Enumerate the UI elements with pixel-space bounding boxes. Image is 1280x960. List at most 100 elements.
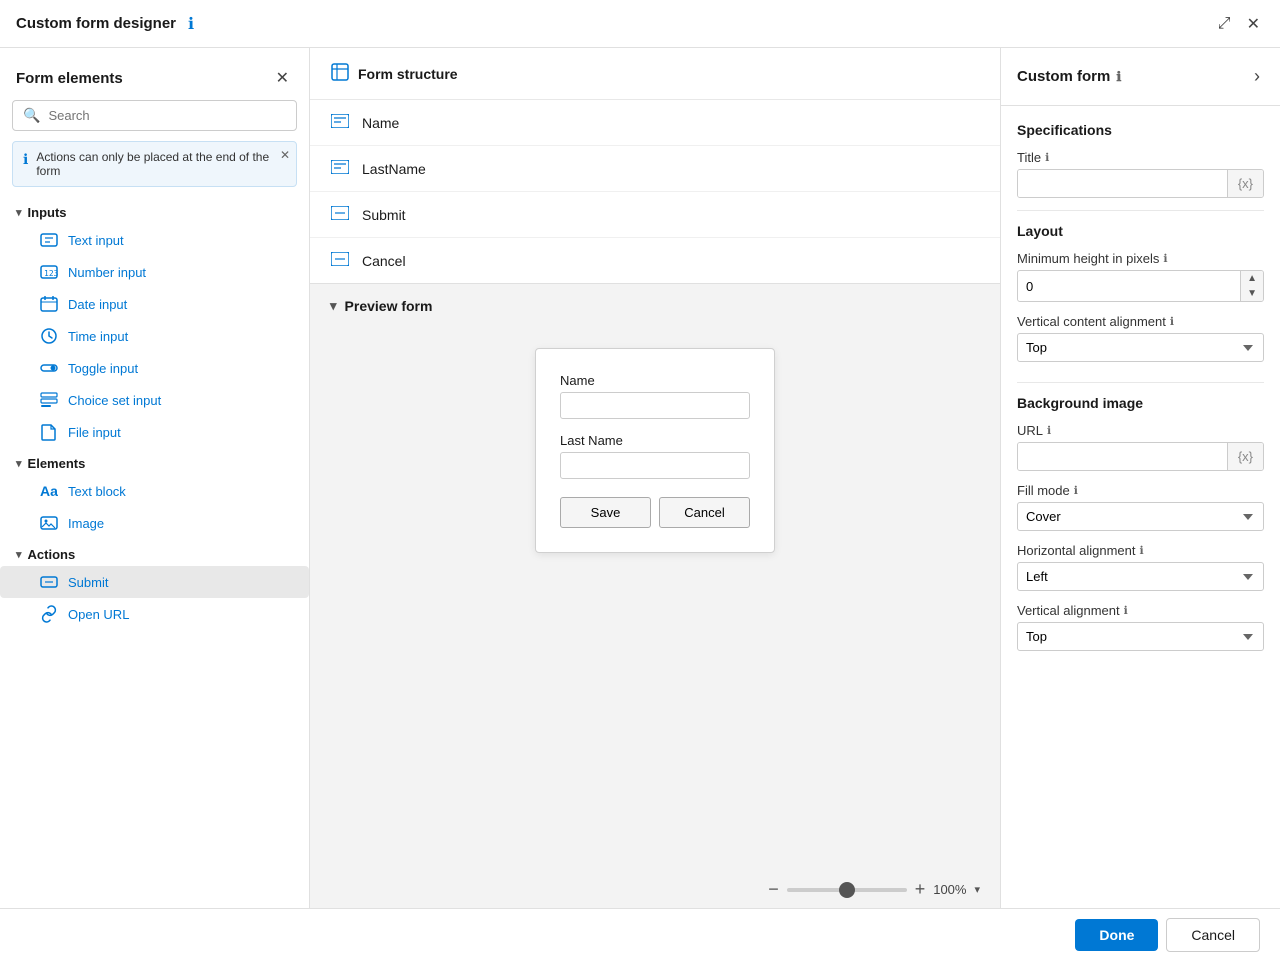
min-height-info-icon[interactable]: ℹ (1163, 252, 1167, 265)
preview-lastname-input[interactable] (560, 452, 750, 479)
form-structure-section: Form structure Name LastName Submit (310, 48, 1000, 284)
form-item-name-label: Name (362, 115, 399, 131)
title-input-suffix: {x} (1227, 170, 1263, 197)
right-panel-expand-button[interactable]: › (1250, 62, 1264, 91)
right-panel-scroll: Specifications Title ℹ {x} Layout Minimu… (1001, 106, 1280, 908)
form-item-cancel: Cancel (310, 238, 1000, 283)
info-icon-button[interactable]: ℹ (184, 10, 198, 38)
sidebar-item-time-input[interactable]: Time input (0, 320, 309, 352)
submit-item-icon (330, 206, 350, 223)
sidebar-item-image[interactable]: Image (0, 507, 309, 539)
elements-section-header[interactable]: ▾ Elements (0, 448, 309, 475)
form-item-lastname-label: LastName (362, 161, 426, 177)
preview-title-bar[interactable]: ▾ Preview form (310, 284, 1000, 328)
zoom-chevron-icon[interactable]: ▾ (974, 883, 980, 896)
form-item-lastname: LastName (310, 146, 1000, 192)
form-structure-title-bar: Form structure (310, 48, 1000, 100)
text-input-icon (40, 231, 58, 249)
sidebar-item-submit[interactable]: Submit (0, 566, 309, 598)
left-panel-close-button[interactable]: ✕ (272, 64, 293, 92)
title-bar-icons: ⤢ ✕ (1214, 10, 1264, 38)
right-panel-header: Custom form ℹ › (1001, 48, 1280, 106)
fill-mode-select[interactable]: Cover RepeatHorizontally RepeatVerticall… (1017, 502, 1264, 531)
submit-label: Submit (68, 575, 108, 590)
elements-label: Elements (28, 456, 86, 471)
sidebar-item-text-block[interactable]: Aa Text block (0, 475, 309, 507)
bg-vertical-align-select[interactable]: Top Center Bottom (1017, 622, 1264, 651)
sidebar-item-date-input[interactable]: Date input (0, 288, 309, 320)
link-icon (40, 605, 58, 623)
date-input-label: Date input (68, 297, 127, 312)
title-input[interactable] (1018, 170, 1227, 197)
horizontal-align-select[interactable]: Left Center Right (1017, 562, 1264, 591)
bg-vertical-align-label-text: Vertical alignment (1017, 603, 1120, 618)
form-structure-icon (330, 62, 350, 85)
preview-name-input[interactable] (560, 392, 750, 419)
inputs-section-header[interactable]: ▾ Inputs (0, 197, 309, 224)
min-height-up-button[interactable]: ▲ (1241, 271, 1263, 286)
preview-card: Name Last Name Save Cancel (535, 348, 775, 553)
lastname-item-icon (330, 160, 350, 177)
sidebar-item-open-url[interactable]: Open URL (0, 598, 309, 630)
min-height-down-button[interactable]: ▼ (1241, 286, 1263, 301)
horizontal-align-label-text: Horizontal alignment (1017, 543, 1136, 558)
search-box[interactable]: 🔍 (12, 100, 297, 131)
bottom-bar: Done Cancel (0, 908, 1280, 960)
left-panel: Form elements ✕ 🔍 ℹ Actions can only be … (0, 48, 310, 908)
expand-button[interactable]: ⤢ (1214, 10, 1235, 38)
title-input-wrap: {x} (1017, 169, 1264, 198)
title-info-icon[interactable]: ℹ (1045, 151, 1049, 164)
sidebar-item-file-input[interactable]: File input (0, 416, 309, 448)
inputs-chevron-icon: ▾ (16, 206, 22, 219)
info-banner: ℹ Actions can only be placed at the end … (12, 141, 297, 187)
search-input[interactable] (48, 108, 286, 123)
preview-name-label: Name (560, 373, 750, 388)
preview-content: Name Last Name Save Cancel (310, 328, 1000, 871)
preview-save-button[interactable]: Save (560, 497, 651, 528)
sidebar-item-choice-set-input[interactable]: Choice set input (0, 384, 309, 416)
title-bar-title: Custom form designer (16, 15, 176, 32)
zoom-out-button[interactable]: − (768, 879, 779, 900)
right-panel-info-icon[interactable]: ℹ (1116, 69, 1121, 85)
inputs-label: Inputs (28, 205, 67, 220)
sidebar-item-text-input[interactable]: Text input (0, 224, 309, 256)
min-height-label-text: Minimum height in pixels (1017, 251, 1159, 266)
number-input-icon: 123 (40, 263, 58, 281)
min-height-label: Minimum height in pixels ℹ (1017, 251, 1264, 266)
close-button[interactable]: ✕ (1243, 10, 1264, 38)
choice-set-input-icon (40, 391, 58, 409)
layout-divider (1017, 382, 1264, 383)
vertical-align-info-icon[interactable]: ℹ (1170, 315, 1174, 328)
zoom-slider[interactable] (787, 888, 907, 892)
fill-mode-info-icon[interactable]: ℹ (1074, 484, 1078, 497)
url-input-suffix: {x} (1227, 443, 1263, 470)
text-block-icon: Aa (40, 482, 58, 500)
title-field-label: Title ℹ (1017, 150, 1264, 165)
name-item-icon (330, 114, 350, 131)
time-input-label: Time input (68, 329, 128, 344)
zoom-in-button[interactable]: + (915, 879, 926, 900)
bg-vertical-align-info-icon[interactable]: ℹ (1124, 604, 1128, 617)
form-item-cancel-label: Cancel (362, 253, 406, 269)
image-icon (40, 514, 58, 532)
horizontal-align-info-icon[interactable]: ℹ (1140, 544, 1144, 557)
zoom-label: 100% (933, 882, 966, 897)
vertical-align-select[interactable]: Top Center Bottom (1017, 333, 1264, 362)
preview-cancel-button[interactable]: Cancel (659, 497, 750, 528)
url-label-text: URL (1017, 423, 1043, 438)
url-input[interactable] (1018, 443, 1227, 470)
banner-close-button[interactable]: ✕ (280, 148, 290, 162)
submit-icon (40, 573, 58, 591)
url-info-icon[interactable]: ℹ (1047, 424, 1051, 437)
vertical-align-label: Vertical content alignment ℹ (1017, 314, 1264, 329)
actions-section-header[interactable]: ▾ Actions (0, 539, 309, 566)
fill-mode-label: Fill mode ℹ (1017, 483, 1264, 498)
horizontal-align-label: Horizontal alignment ℹ (1017, 543, 1264, 558)
form-structure-title: Form structure (358, 66, 458, 82)
sidebar-item-number-input[interactable]: 123 Number input (0, 256, 309, 288)
done-button[interactable]: Done (1075, 919, 1158, 951)
url-input-wrap: {x} (1017, 442, 1264, 471)
cancel-button[interactable]: Cancel (1166, 918, 1260, 952)
min-height-input[interactable] (1018, 273, 1240, 300)
sidebar-item-toggle-input[interactable]: Toggle input (0, 352, 309, 384)
